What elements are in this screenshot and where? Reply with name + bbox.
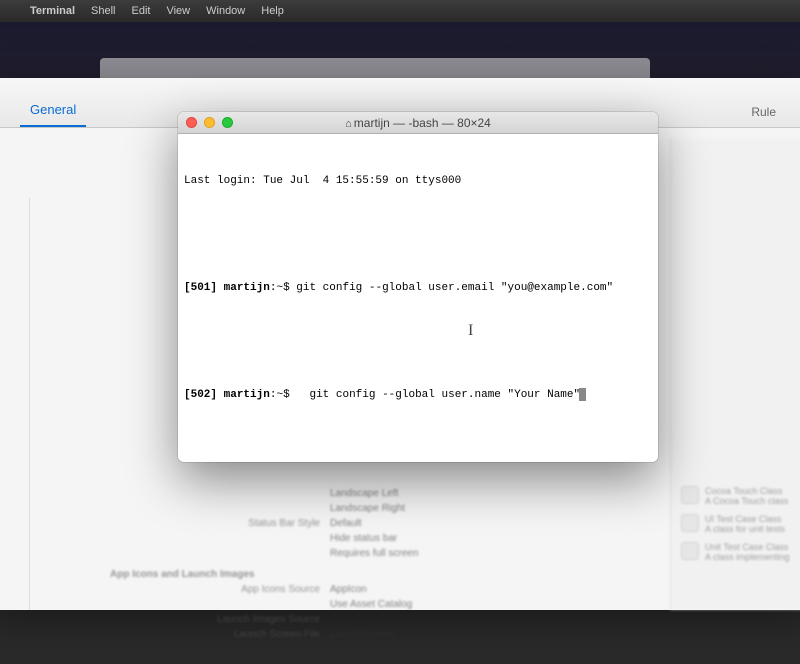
bg-value: AppIcon	[330, 584, 367, 595]
bg-value: Requires full screen	[330, 548, 418, 559]
bg-value: Landscape Right	[330, 503, 405, 514]
terminal-body[interactable]: Last login: Tue Jul 4 15:55:59 on ttys00…	[178, 134, 658, 443]
history-number: 502	[191, 389, 211, 401]
history-number: 501	[191, 282, 211, 294]
menubar-item-edit[interactable]: Edit	[132, 5, 151, 17]
prompt-user: martijn	[224, 282, 270, 294]
bg-value: Use Asset Catalog	[330, 599, 412, 610]
menubar-item-view[interactable]: View	[166, 5, 190, 17]
template-thumb-icon	[681, 486, 699, 504]
home-icon: ⌂	[345, 118, 352, 130]
terminal-title-text: martijn — -bash — 80×24	[354, 116, 491, 130]
bg-value: Landscape Left	[330, 488, 398, 499]
prompt-user: martijn	[224, 389, 270, 401]
menubar-item-shell[interactable]: Shell	[91, 5, 115, 17]
menubar-app-name[interactable]: Terminal	[30, 5, 75, 17]
bg-label	[210, 599, 320, 610]
terminal-titlebar[interactable]: ⌂martijn — -bash — 80×24	[178, 112, 658, 134]
list-item-subtitle: A class for unit tests	[705, 524, 785, 534]
terminal-window[interactable]: ⌂martijn — -bash — 80×24 Last login: Tue…	[178, 112, 658, 462]
mac-menubar: Terminal Shell Edit View Window Help	[0, 0, 800, 22]
menubar-item-help[interactable]: Help	[261, 5, 284, 17]
template-thumb-icon	[681, 542, 699, 560]
bg-label: App Icons Source	[210, 584, 320, 595]
tab-general[interactable]: General	[20, 94, 86, 127]
terminal-line: [502] martijn:~$ git config --global use…	[184, 387, 652, 404]
command-text: git config --global user.name "Your Name…	[296, 389, 580, 401]
terminal-line: [501] martijn:~$ git config --global use…	[184, 280, 652, 297]
tab-rules[interactable]: Rule	[747, 97, 780, 127]
template-thumb-icon	[681, 514, 699, 532]
command-text: git config --global user.email "you@exam…	[296, 282, 613, 294]
list-item-subtitle: A class implementing	[705, 552, 790, 562]
terminal-title: ⌂martijn — -bash — 80×24	[178, 116, 658, 130]
list-item-title: Unit Test Case Class	[705, 542, 790, 552]
bg-label: Status Bar Style	[210, 518, 320, 529]
bg-label	[210, 548, 320, 559]
terminal-blank-line	[184, 334, 652, 351]
list-item-title: UI Test Case Class	[705, 514, 785, 524]
terminal-last-login: Last login: Tue Jul 4 15:55:59 on ttys00…	[184, 173, 652, 190]
bg-value: LaunchScreen	[330, 629, 395, 640]
bg-label: Launch Screen File	[210, 629, 320, 640]
bg-value: Default	[330, 518, 362, 529]
background-tab-strip	[100, 58, 650, 78]
bg-label	[210, 533, 320, 544]
bg-label	[210, 503, 320, 514]
terminal-blank-line	[184, 227, 652, 244]
background-right-sidebar: Cocoa Touch ClassA Cocoa Touch class UI …	[670, 138, 800, 610]
bg-value: Hide status bar	[330, 533, 397, 544]
terminal-cursor	[579, 388, 586, 401]
close-button[interactable]	[186, 117, 197, 128]
list-item-subtitle: A Cocoa Touch class	[705, 496, 788, 506]
list-item-title: Cocoa Touch Class	[705, 486, 788, 496]
list-item: Unit Test Case ClassA class implementing	[681, 542, 800, 562]
maximize-button[interactable]	[222, 117, 233, 128]
list-item: Cocoa Touch ClassA Cocoa Touch class	[681, 486, 800, 506]
menubar-item-window[interactable]: Window	[206, 5, 245, 17]
minimize-button[interactable]	[204, 117, 215, 128]
list-item: UI Test Case ClassA class for unit tests	[681, 514, 800, 534]
bg-label	[210, 488, 320, 499]
bg-label: Launch Images Source	[210, 614, 320, 625]
window-controls	[186, 117, 233, 128]
